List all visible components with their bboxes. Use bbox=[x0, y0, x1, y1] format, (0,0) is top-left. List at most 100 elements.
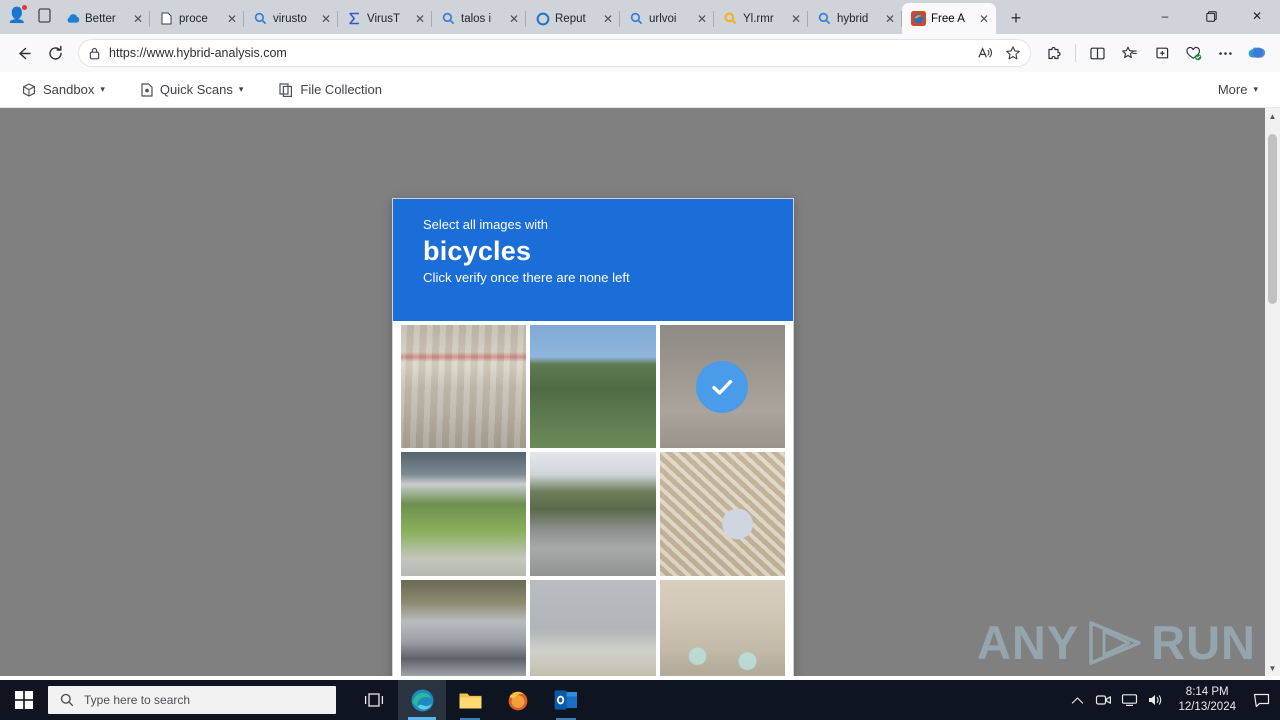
browser-tab-1[interactable]: proce ✕ bbox=[150, 3, 244, 34]
close-icon[interactable]: × bbox=[892, 141, 903, 162]
back-button[interactable] bbox=[8, 38, 38, 68]
reload-button[interactable] bbox=[40, 38, 70, 68]
browser-health-button[interactable] bbox=[1178, 38, 1208, 68]
nav-item-quick-scans[interactable]: Quick Scans ▾ bbox=[141, 82, 244, 97]
nav-item-sandbox[interactable]: Sandbox ▾ bbox=[22, 82, 105, 97]
firefox-icon bbox=[508, 691, 528, 711]
task-view-icon bbox=[364, 693, 384, 707]
browser-tab-8[interactable]: hybrid ✕ bbox=[808, 3, 902, 34]
taskbar-search-box[interactable]: Type here to search bbox=[48, 686, 336, 714]
taskbar-app-firefox[interactable] bbox=[494, 680, 542, 720]
system-tray: 8:14 PM 12/13/2024 bbox=[1064, 680, 1280, 720]
address-bar[interactable]: https://www.hybrid-analysis.com bbox=[78, 39, 1031, 67]
footer-right: Your Privacy Choices bbox=[1071, 628, 1228, 647]
privacy-choices-link[interactable]: Your Privacy Choices bbox=[1071, 630, 1189, 644]
page-scrollbar[interactable]: ▲ ▼ bbox=[1265, 108, 1280, 676]
back-arrow-icon bbox=[18, 47, 31, 59]
chevron-down-icon: ▾ bbox=[238, 84, 244, 94]
windows-icon bbox=[15, 691, 33, 709]
captcha-tile-6[interactable] bbox=[401, 579, 527, 676]
task-view-button[interactable] bbox=[350, 680, 398, 720]
nav-item-label: Quick Scans bbox=[159, 82, 233, 97]
news-panel: Introducing Community Score on Hybrid An… bbox=[962, 130, 1244, 331]
browser-tab-6[interactable]: urlvoi ✕ bbox=[620, 3, 714, 34]
window-minimize-button[interactable]: – bbox=[1142, 0, 1188, 32]
tab-close-icon[interactable]: ✕ bbox=[412, 11, 428, 27]
captcha-tile-selected-check bbox=[696, 360, 749, 413]
tab-close-icon[interactable]: ✕ bbox=[130, 11, 146, 27]
browser-tab-2[interactable]: virusto ✕ bbox=[244, 3, 338, 34]
scroll-down-arrow-icon[interactable]: ▼ bbox=[1265, 660, 1280, 676]
notification-center-button[interactable] bbox=[1246, 680, 1276, 720]
file-explorer-icon bbox=[459, 693, 481, 708]
tab-close-icon[interactable]: ✕ bbox=[882, 11, 898, 27]
captcha-tile-3[interactable] bbox=[401, 452, 527, 576]
captcha-tile-7[interactable] bbox=[530, 579, 656, 676]
search-icon bbox=[253, 11, 268, 26]
taskbar-app-file-explorer[interactable] bbox=[446, 680, 494, 720]
tab-close-icon[interactable]: ✕ bbox=[600, 11, 616, 27]
nav-item-file-collection[interactable]: File Collection bbox=[279, 82, 382, 97]
copilot-button[interactable] bbox=[1242, 38, 1272, 68]
tab-close-icon[interactable]: ✕ bbox=[224, 11, 240, 27]
captcha-tile-0[interactable] bbox=[401, 325, 527, 449]
favorites-button[interactable] bbox=[1114, 38, 1144, 68]
chevron-up-icon[interactable] bbox=[1064, 680, 1090, 720]
captcha-tile-1[interactable] bbox=[530, 325, 656, 449]
tab-close-icon[interactable]: ✕ bbox=[788, 11, 804, 27]
collections-icon bbox=[1155, 47, 1168, 58]
browser-tab-4[interactable]: talos i ✕ bbox=[432, 3, 526, 34]
volume-icon[interactable] bbox=[1142, 680, 1168, 720]
more-options-button[interactable] bbox=[1210, 38, 1240, 68]
tab-strip: 👤 Better ✕ proce ✕ virusto ✕ VirusT ✕ ta… bbox=[0, 0, 1280, 34]
tab-close-icon[interactable]: ✕ bbox=[976, 11, 992, 27]
agree-checkbox[interactable]: ✓ bbox=[350, 382, 362, 394]
browser-tab-3[interactable]: VirusT ✕ bbox=[338, 3, 432, 34]
browser-tab-9-active[interactable]: Free A ✕ bbox=[902, 3, 996, 34]
captcha-tile-5[interactable] bbox=[659, 452, 785, 576]
nav-more-label: More bbox=[1217, 82, 1248, 97]
browser-tab-7[interactable]: Yl.rmr ✕ bbox=[714, 3, 808, 34]
captcha-tile-8[interactable] bbox=[659, 579, 785, 676]
captcha-header: Select all images with bicycles Click ve… bbox=[393, 199, 793, 321]
network-icon[interactable] bbox=[1116, 680, 1142, 720]
news-date: October 24, 2024 bbox=[986, 173, 1068, 185]
url-text[interactable]: https://www.hybrid-analysis.com bbox=[109, 46, 972, 60]
news-item[interactable]: Introducing Community Score on Hybrid An… bbox=[962, 130, 1244, 185]
new-tab-button[interactable]: + bbox=[1001, 3, 1031, 33]
captcha-tile-4[interactable] bbox=[530, 452, 656, 576]
taskbar-clock[interactable]: 8:14 PM 12/13/2024 bbox=[1168, 685, 1246, 715]
tab-search-button[interactable] bbox=[32, 3, 56, 29]
split-screen-button[interactable] bbox=[1082, 38, 1112, 68]
collections-button[interactable] bbox=[1146, 38, 1176, 68]
twitter-icon[interactable] bbox=[1211, 628, 1228, 647]
scrollbar-thumb[interactable] bbox=[1268, 134, 1277, 304]
tab-close-icon[interactable]: ✕ bbox=[318, 11, 334, 27]
captcha-tile-image bbox=[530, 452, 656, 576]
tab-close-icon[interactable]: ✕ bbox=[694, 11, 710, 27]
scroll-up-arrow-icon[interactable]: ▲ bbox=[1265, 108, 1280, 124]
tab-close-icon[interactable]: ✕ bbox=[506, 11, 522, 27]
favorite-star-icon[interactable] bbox=[1000, 40, 1026, 66]
see-more-link[interactable]: See More! bbox=[962, 292, 1244, 306]
nav-more[interactable]: More ▾ bbox=[1218, 82, 1258, 97]
read-aloud-icon[interactable] bbox=[972, 40, 998, 66]
browser-tab-title: proce bbox=[179, 12, 208, 25]
captcha-tile-2[interactable] bbox=[659, 325, 785, 449]
browser-tab-title: hybrid bbox=[837, 12, 869, 25]
edge-icon bbox=[411, 689, 433, 711]
news-item[interactable]: Hybrid Analysis Integrates Criminal IP f… bbox=[962, 211, 1244, 266]
sigma-icon bbox=[347, 11, 362, 26]
start-button[interactable] bbox=[0, 680, 48, 720]
captcha-tile-image bbox=[401, 452, 527, 576]
browser-tab-0[interactable]: Better ✕ bbox=[56, 3, 150, 34]
browser-tab-5[interactable]: Reput ✕ bbox=[526, 3, 620, 34]
recaptcha-checkbox[interactable] bbox=[363, 442, 391, 470]
taskbar-app-outlook[interactable] bbox=[542, 680, 590, 720]
browser-essentials-button[interactable] bbox=[1039, 38, 1069, 68]
camera-icon[interactable] bbox=[1090, 680, 1116, 720]
profile-button[interactable]: 👤 bbox=[4, 3, 30, 29]
window-maximize-button[interactable] bbox=[1188, 0, 1234, 32]
window-close-button[interactable]: ✕ bbox=[1234, 0, 1280, 32]
taskbar-app-edge[interactable] bbox=[398, 680, 446, 720]
